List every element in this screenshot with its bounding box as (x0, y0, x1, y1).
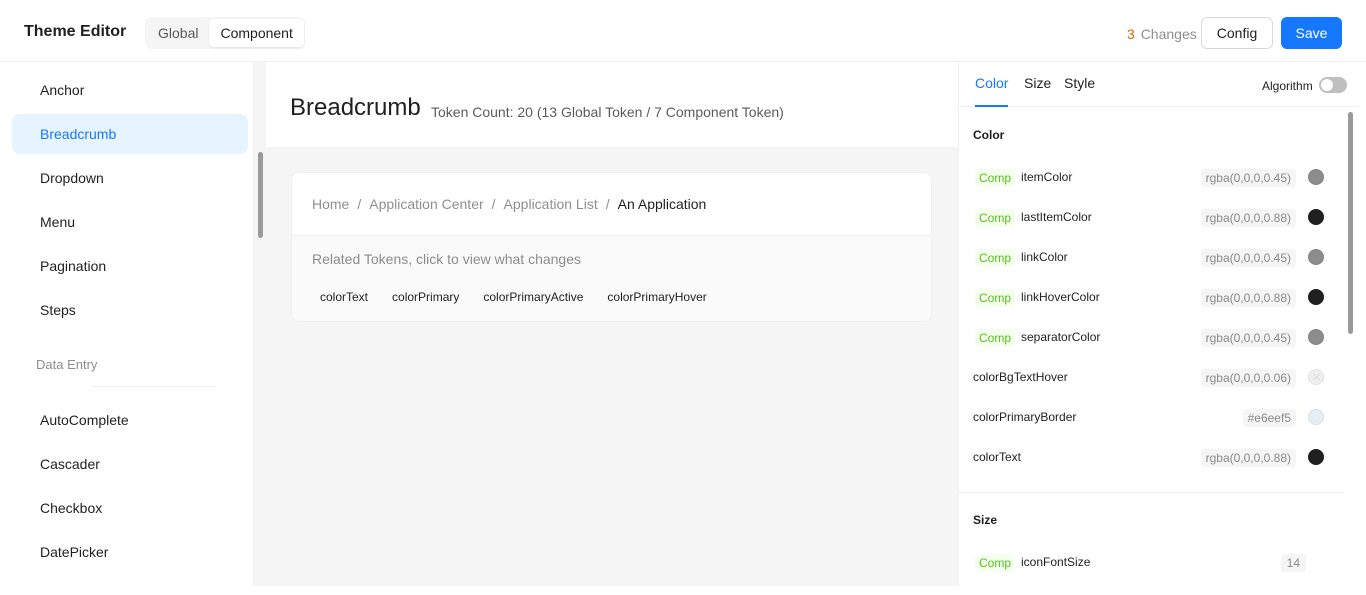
breadcrumb-separator: / (605, 196, 610, 212)
sidebar-item-datepicker[interactable]: DatePicker (12, 532, 248, 572)
tab-size[interactable]: Size (1024, 75, 1051, 91)
sidebar-scrollbar-track[interactable] (254, 62, 266, 586)
related-token-tag[interactable]: colorText (312, 286, 376, 308)
tab-style[interactable]: Style (1064, 75, 1095, 91)
segment-component[interactable]: Component (209, 19, 304, 47)
token-row[interactable]: Comp linkColor rgba(0,0,0,0.45) (959, 237, 1344, 277)
color-swatch[interactable] (1308, 289, 1324, 305)
token-row[interactable]: Comp linkHoverColor rgba(0,0,0,0.88) (959, 277, 1344, 317)
breadcrumb-item[interactable]: Application Center (369, 196, 483, 212)
token-name: iconFontSize (1021, 555, 1091, 569)
breadcrumb-separator: / (491, 196, 496, 212)
color-swatch[interactable] (1308, 169, 1324, 185)
breadcrumb-item[interactable]: Application List (504, 196, 598, 212)
component-header: Breadcrumb Token Count: 20 (13 Global To… (266, 62, 958, 147)
token-name: colorBgTextHover (973, 370, 1068, 384)
preview-card: Home / Application Center / Application … (291, 172, 932, 322)
token-name: lastItemColor (1021, 210, 1092, 224)
breadcrumb-separator: / (357, 196, 362, 212)
comp-badge: Comp (975, 249, 1016, 267)
token-name: colorText (973, 450, 1022, 464)
changes-indicator[interactable]: 3 Changes (1127, 26, 1197, 42)
component-title: Breadcrumb (290, 94, 421, 121)
breadcrumb-current: An Application (617, 196, 707, 212)
color-swatch[interactable] (1308, 409, 1324, 425)
token-value: rgba(0,0,0,0.45) (1200, 169, 1296, 187)
token-value: rgba(0,0,0,0.06) (1200, 369, 1296, 387)
token-name: linkHoverColor (1021, 290, 1100, 304)
token-row[interactable]: colorText rgba(0,0,0,0.88) (959, 437, 1344, 477)
related-tokens-section: Related Tokens, click to view what chang… (292, 235, 931, 321)
size-section-title: Size (973, 513, 998, 527)
sidebar-item-dropdown[interactable]: Dropdown (12, 158, 248, 198)
related-token-tag[interactable]: colorPrimaryHover (599, 286, 714, 308)
color-swatch[interactable] (1308, 329, 1324, 345)
preview-area: Breadcrumb Token Count: 20 (13 Global To… (266, 62, 958, 586)
top-header: Theme Editor Global Component 3 Changes … (0, 0, 1366, 62)
color-swatch[interactable] (1308, 449, 1324, 465)
algorithm-toggle[interactable] (1319, 77, 1347, 93)
color-swatch[interactable] (1308, 369, 1324, 385)
token-name: itemColor (1021, 170, 1073, 184)
token-row[interactable]: Comp itemColor rgba(0,0,0,0.45) (959, 157, 1344, 197)
token-value[interactable]: 14 (1280, 554, 1306, 572)
section-divider (959, 492, 1344, 493)
token-name: separatorColor (1021, 330, 1101, 344)
token-value: rgba(0,0,0,0.88) (1200, 209, 1296, 227)
sidebar-item-autocomplete[interactable]: AutoComplete (12, 400, 248, 440)
token-value: rgba(0,0,0,0.88) (1200, 289, 1296, 307)
config-button[interactable]: Config (1201, 17, 1273, 49)
panel-scrollbar-thumb[interactable] (1348, 112, 1353, 334)
token-row[interactable]: colorBgTextHover rgba(0,0,0,0.06) (959, 357, 1344, 397)
related-tokens-label: Related Tokens, click to view what chang… (312, 251, 581, 267)
sidebar-item-pagination[interactable]: Pagination (12, 246, 248, 286)
token-row[interactable]: Comp iconFontSize 14 (959, 542, 1344, 582)
token-count: Token Count: 20 (13 Global Token / 7 Com… (431, 104, 784, 120)
comp-badge: Comp (975, 554, 1016, 572)
app-title: Theme Editor (24, 23, 127, 40)
token-name: colorPrimaryBorder (973, 410, 1077, 424)
color-swatch[interactable] (1308, 249, 1324, 265)
token-tabs: Color Size Style Algorithm (959, 62, 1358, 107)
menu-group-label: Data Entry (36, 357, 98, 372)
related-token-tag[interactable]: colorPrimary (384, 286, 467, 308)
related-token-tag[interactable]: colorPrimaryActive (475, 286, 591, 308)
sidebar-scrollbar-thumb[interactable] (258, 152, 263, 238)
comp-badge: Comp (975, 289, 1016, 307)
token-name: linkColor (1021, 250, 1068, 264)
sidebar-item-breadcrumb[interactable]: Breadcrumb (12, 114, 248, 154)
sidebar-item-anchor[interactable]: Anchor (12, 70, 248, 110)
token-value: rgba(0,0,0,0.45) (1200, 329, 1296, 347)
color-section-title: Color (973, 128, 1005, 142)
token-row[interactable]: colorPrimaryBorder #e6eef5 (959, 397, 1344, 437)
changes-count: 3 (1127, 26, 1135, 42)
token-value: rgba(0,0,0,0.88) (1200, 449, 1296, 467)
token-value: rgba(0,0,0,0.45) (1200, 249, 1296, 267)
comp-badge: Comp (975, 169, 1016, 187)
related-tokens-list: colorText colorPrimary colorPrimaryActiv… (312, 286, 715, 308)
breadcrumb-preview: Home / Application Center / Application … (312, 196, 706, 212)
mode-segmented-control: Global Component (145, 17, 305, 49)
comp-badge: Comp (975, 209, 1016, 227)
component-sidebar: Anchor Breadcrumb Dropdown Menu Paginati… (8, 62, 254, 586)
token-row[interactable]: Comp lastItemColor rgba(0,0,0,0.88) (959, 197, 1344, 237)
color-swatch[interactable] (1308, 209, 1324, 225)
comp-badge: Comp (975, 329, 1016, 347)
sidebar-item-steps[interactable]: Steps (12, 290, 248, 330)
token-value: #e6eef5 (1242, 409, 1296, 427)
sidebar-item-menu[interactable]: Menu (12, 202, 248, 242)
sidebar-item-checkbox[interactable]: Checkbox (12, 488, 248, 528)
tab-color[interactable]: Color (975, 75, 1008, 91)
segment-global[interactable]: Global (147, 19, 209, 47)
toggle-knob (1321, 79, 1333, 91)
breadcrumb-item[interactable]: Home (312, 196, 349, 212)
token-panel: Color Size Style Algorithm Color Comp ite… (958, 62, 1358, 586)
save-button[interactable]: Save (1281, 17, 1342, 49)
algorithm-label: Algorithm (1262, 79, 1313, 93)
token-row[interactable]: Comp separatorColor rgba(0,0,0,0.45) (959, 317, 1344, 357)
tab-active-indicator (975, 105, 1008, 107)
menu-group-divider (92, 386, 216, 387)
changes-label: Changes (1140, 26, 1197, 42)
sidebar-item-cascader[interactable]: Cascader (12, 444, 248, 484)
